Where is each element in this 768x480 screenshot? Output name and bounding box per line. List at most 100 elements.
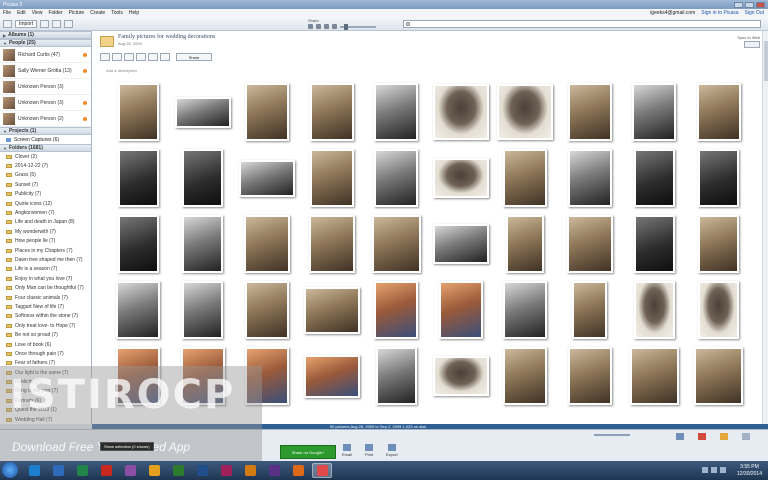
photo-thumbnail[interactable] [117,215,159,273]
menu-folder[interactable]: Folder [48,10,62,16]
albums-section[interactable]: ▶ Albums (1) [0,31,91,39]
clock[interactable]: 3:55 PM 12/30/2014 [737,464,762,478]
maximize-button[interactable] [745,1,754,8]
photo-thumbnail[interactable] [174,96,231,128]
photo-thumbnail[interactable] [506,215,545,273]
close-button[interactable] [756,1,765,8]
photo-thumbnail[interactable] [371,215,421,273]
photo-thumbnail[interactable] [309,149,354,207]
folder-item[interactable]: Angkorwomen (7) [0,208,91,217]
folder-item[interactable]: Life and death in Japan (8) [0,218,91,227]
folder-item[interactable]: 2014-12-22 (7) [0,161,91,170]
fullscreen-icon[interactable] [332,24,337,29]
minimize-button[interactable] [734,1,743,8]
photo-thumbnail[interactable] [698,149,740,207]
photo-thumbnail[interactable] [503,281,548,339]
person-item[interactable]: Unknown Person (3) [0,79,91,95]
folder-item[interactable]: Sunset (7) [0,180,91,189]
taskbar-picasa-icon[interactable] [312,463,332,478]
photo-thumbnail[interactable] [374,281,419,339]
sign-out-link[interactable]: Sign Out [745,10,764,16]
upload-icon[interactable] [112,53,122,61]
folder-item[interactable]: Dawn tree shaped me then (7) [0,255,91,264]
photo-thumbnail[interactable] [182,215,224,273]
folder-item[interactable]: Publicity (7) [0,190,91,199]
photo-thumbnail[interactable] [438,281,483,339]
folder-item[interactable]: How people lie (7) [0,237,91,246]
photo-thumbnail[interactable] [245,347,290,405]
taskbar-indesign-icon[interactable] [216,463,236,478]
folder-item[interactable]: Life is a season (7) [0,265,91,274]
taskbar-start-explorer-icon[interactable] [24,463,44,478]
photo-thumbnail[interactable] [432,224,489,264]
movie-icon[interactable] [160,53,170,61]
photo-thumbnail[interactable] [633,149,675,207]
folder-item[interactable]: Our light is the same (7) [0,368,91,377]
photo-thumbnail[interactable] [245,83,290,141]
next-icon[interactable] [324,24,329,29]
prev-icon[interactable] [308,24,313,29]
photo-thumbnail[interactable] [572,281,608,339]
folder-item[interactable]: Places in my Chapters (7) [0,246,91,255]
person-item[interactable]: Unknown Person (3) [0,95,91,111]
collection-title[interactable]: Family pictures for wedding decorations [118,34,215,40]
volume-icon[interactable] [711,467,717,473]
location-icon[interactable] [698,433,706,440]
folder-item[interactable]: Quote icons (12) [0,199,91,208]
folder-item[interactable]: Fear of fathers (7) [0,359,91,368]
photo-thumbnail[interactable] [374,149,419,207]
taskbar-dreamweaver-icon[interactable] [168,463,188,478]
face-view-icon[interactable] [64,20,74,28]
photo-thumbnail[interactable] [633,215,675,273]
photo-thumbnail[interactable] [245,281,290,339]
play-icon[interactable] [316,24,321,29]
menu-view[interactable]: View [32,10,43,16]
photo-thumbnail[interactable] [117,83,159,141]
photo-thumbnail[interactable] [432,84,489,140]
photo-thumbnail[interactable] [629,347,679,405]
photo-thumbnail[interactable] [239,159,296,197]
folder-item[interactable]: Bring to me part (7) [0,387,91,396]
info-icon[interactable] [742,433,750,440]
photo-thumbnail[interactable] [308,215,355,273]
photo-thumbnail[interactable] [303,286,360,334]
export-action[interactable]: Export [386,444,398,457]
menu-create[interactable]: Create [90,10,105,16]
photo-thumbnail[interactable] [567,83,612,141]
email-action[interactable]: Email [342,444,352,457]
photo-thumbnail[interactable] [698,215,740,273]
start-button[interactable] [2,462,18,478]
folder-item[interactable]: Taggart New of life (7) [0,302,91,311]
photo-thumbnail[interactable] [567,347,612,405]
photo-thumbnail[interactable] [503,149,548,207]
share-button[interactable]: Share [176,53,212,61]
photo-thumbnail[interactable] [633,281,675,339]
photo-thumbnail[interactable] [632,83,677,141]
folder-item[interactable]: Only treat love- to Hope (7) [0,321,91,330]
folder-item[interactable]: Portraits (6) [0,396,91,405]
collage-icon[interactable] [148,53,158,61]
photo-thumbnail[interactable] [303,354,360,398]
photo-thumbnail[interactable] [503,347,548,405]
folder-item[interactable]: Four classic animals (7) [0,293,91,302]
photo-thumbnail[interactable] [567,149,612,207]
photo-thumbnail[interactable] [694,347,744,405]
folder-item[interactable]: Grass (5) [0,171,91,180]
folder-item[interactable]: Enjoy in what you love (7) [0,274,91,283]
search-input[interactable] [403,20,761,28]
view-mode-icon[interactable] [3,20,12,28]
menu-picture[interactable]: Picture [69,10,85,16]
taskbar-word-icon[interactable] [48,463,68,478]
taskbar-premiere-icon[interactable] [264,463,284,478]
scrollbar[interactable] [762,31,768,424]
folder-item[interactable]: Softness within the stone (7) [0,312,91,321]
photo-thumbnail[interactable] [566,215,613,273]
flag-icon[interactable] [720,467,726,473]
person-item[interactable]: Sally Wiener Grotta (13) [0,63,91,79]
print-action[interactable]: Print [365,444,373,457]
description-field[interactable]: Add a description [106,68,137,73]
print-icon[interactable] [136,53,146,61]
photo-thumbnail[interactable] [497,84,554,140]
projects-section[interactable]: ▼ Projects (1) [0,127,91,135]
photo-thumbnail[interactable] [117,149,159,207]
